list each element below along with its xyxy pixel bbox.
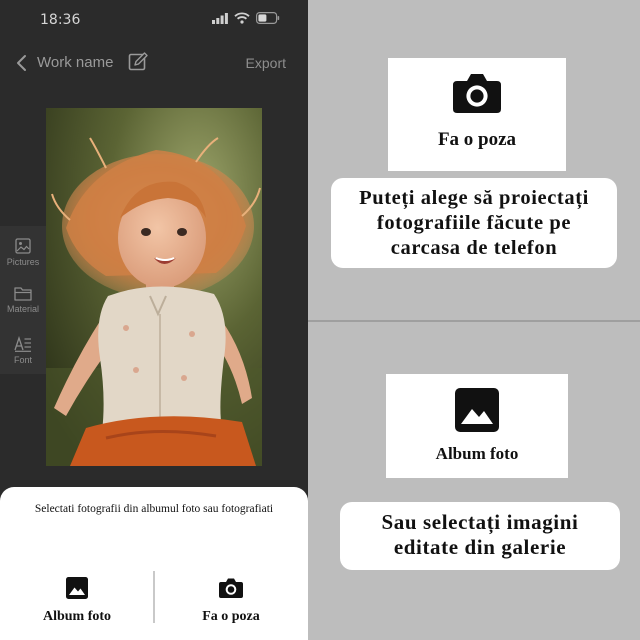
toolbar-label-font: Font bbox=[13, 354, 32, 365]
camera-caption: Puteți alege să proiectați fotografiile … bbox=[331, 178, 617, 268]
camera-caption-line-2: fotografiile făcute pe bbox=[376, 212, 572, 234]
edit-icon[interactable] bbox=[128, 52, 148, 72]
instruction-panel-gallery: Album foto Sau selectați imagini editate… bbox=[308, 322, 640, 640]
child-photo bbox=[46, 108, 262, 466]
text-icon bbox=[14, 335, 31, 352]
camera-icon bbox=[219, 578, 243, 598]
camera-caption-line-1: Puteți alege să proiectați bbox=[359, 187, 589, 209]
toolbar-item-font[interactable]: Font bbox=[0, 327, 46, 373]
toolbar-item-material[interactable]: Material bbox=[0, 277, 46, 323]
fa-o-poza-label: Fa o poza bbox=[202, 609, 260, 624]
gallery-icon bbox=[66, 577, 88, 599]
album-foto-label: Album foto bbox=[42, 609, 112, 624]
wifi-icon bbox=[234, 12, 250, 24]
camera-card: Fa o poza bbox=[388, 58, 566, 171]
toolbar-label-pictures: Pictures bbox=[6, 256, 40, 267]
gallery-card: Album foto bbox=[386, 374, 568, 478]
toolbar-item-pictures[interactable]: Pictures bbox=[0, 229, 46, 275]
photo-source-sheet: Selectati fotografii din albumul foto sa… bbox=[0, 487, 308, 640]
signal-icon bbox=[212, 12, 228, 24]
instruction-panel-camera: Fa o poza Puteți alege să proiectați fot… bbox=[308, 0, 640, 320]
app-header: Work name Export bbox=[0, 44, 308, 82]
gallery-caption-line-1: Sau selectați imagini bbox=[381, 510, 579, 534]
gallery-caption: Sau selectați imagini editate din galeri… bbox=[340, 502, 620, 570]
side-toolbar: Pictures Material Font bbox=[0, 226, 46, 374]
work-name-title[interactable]: Work name bbox=[37, 54, 113, 71]
battery-icon bbox=[256, 12, 280, 24]
phone-screen: 18:36 Work name Export Pictures Material… bbox=[0, 0, 308, 640]
image-icon bbox=[15, 237, 31, 254]
status-time: 18:36 bbox=[40, 12, 81, 28]
toolbar-label-material: Material bbox=[6, 304, 39, 314]
gallery-card-label: Album foto bbox=[435, 444, 519, 463]
back-chevron-icon[interactable] bbox=[12, 52, 32, 74]
folder-icon bbox=[14, 287, 32, 301]
camera-card-label: Fa o poza bbox=[437, 129, 517, 150]
camera-icon bbox=[453, 74, 501, 113]
album-foto-option[interactable]: Album foto bbox=[0, 577, 154, 627]
status-bar: 18:36 bbox=[0, 0, 308, 40]
camera-caption-line-3: carcasa de telefon bbox=[390, 237, 558, 259]
status-icons bbox=[212, 12, 280, 24]
gallery-caption-line-2: editate din galerie bbox=[393, 535, 567, 559]
fa-o-poza-option[interactable]: Fa o poza bbox=[154, 577, 308, 627]
export-button[interactable]: Export bbox=[246, 55, 286, 71]
gallery-icon bbox=[455, 388, 499, 432]
sheet-title: Selectati fotografii din albumul foto sa… bbox=[34, 503, 274, 515]
photo-canvas[interactable] bbox=[46, 108, 262, 466]
